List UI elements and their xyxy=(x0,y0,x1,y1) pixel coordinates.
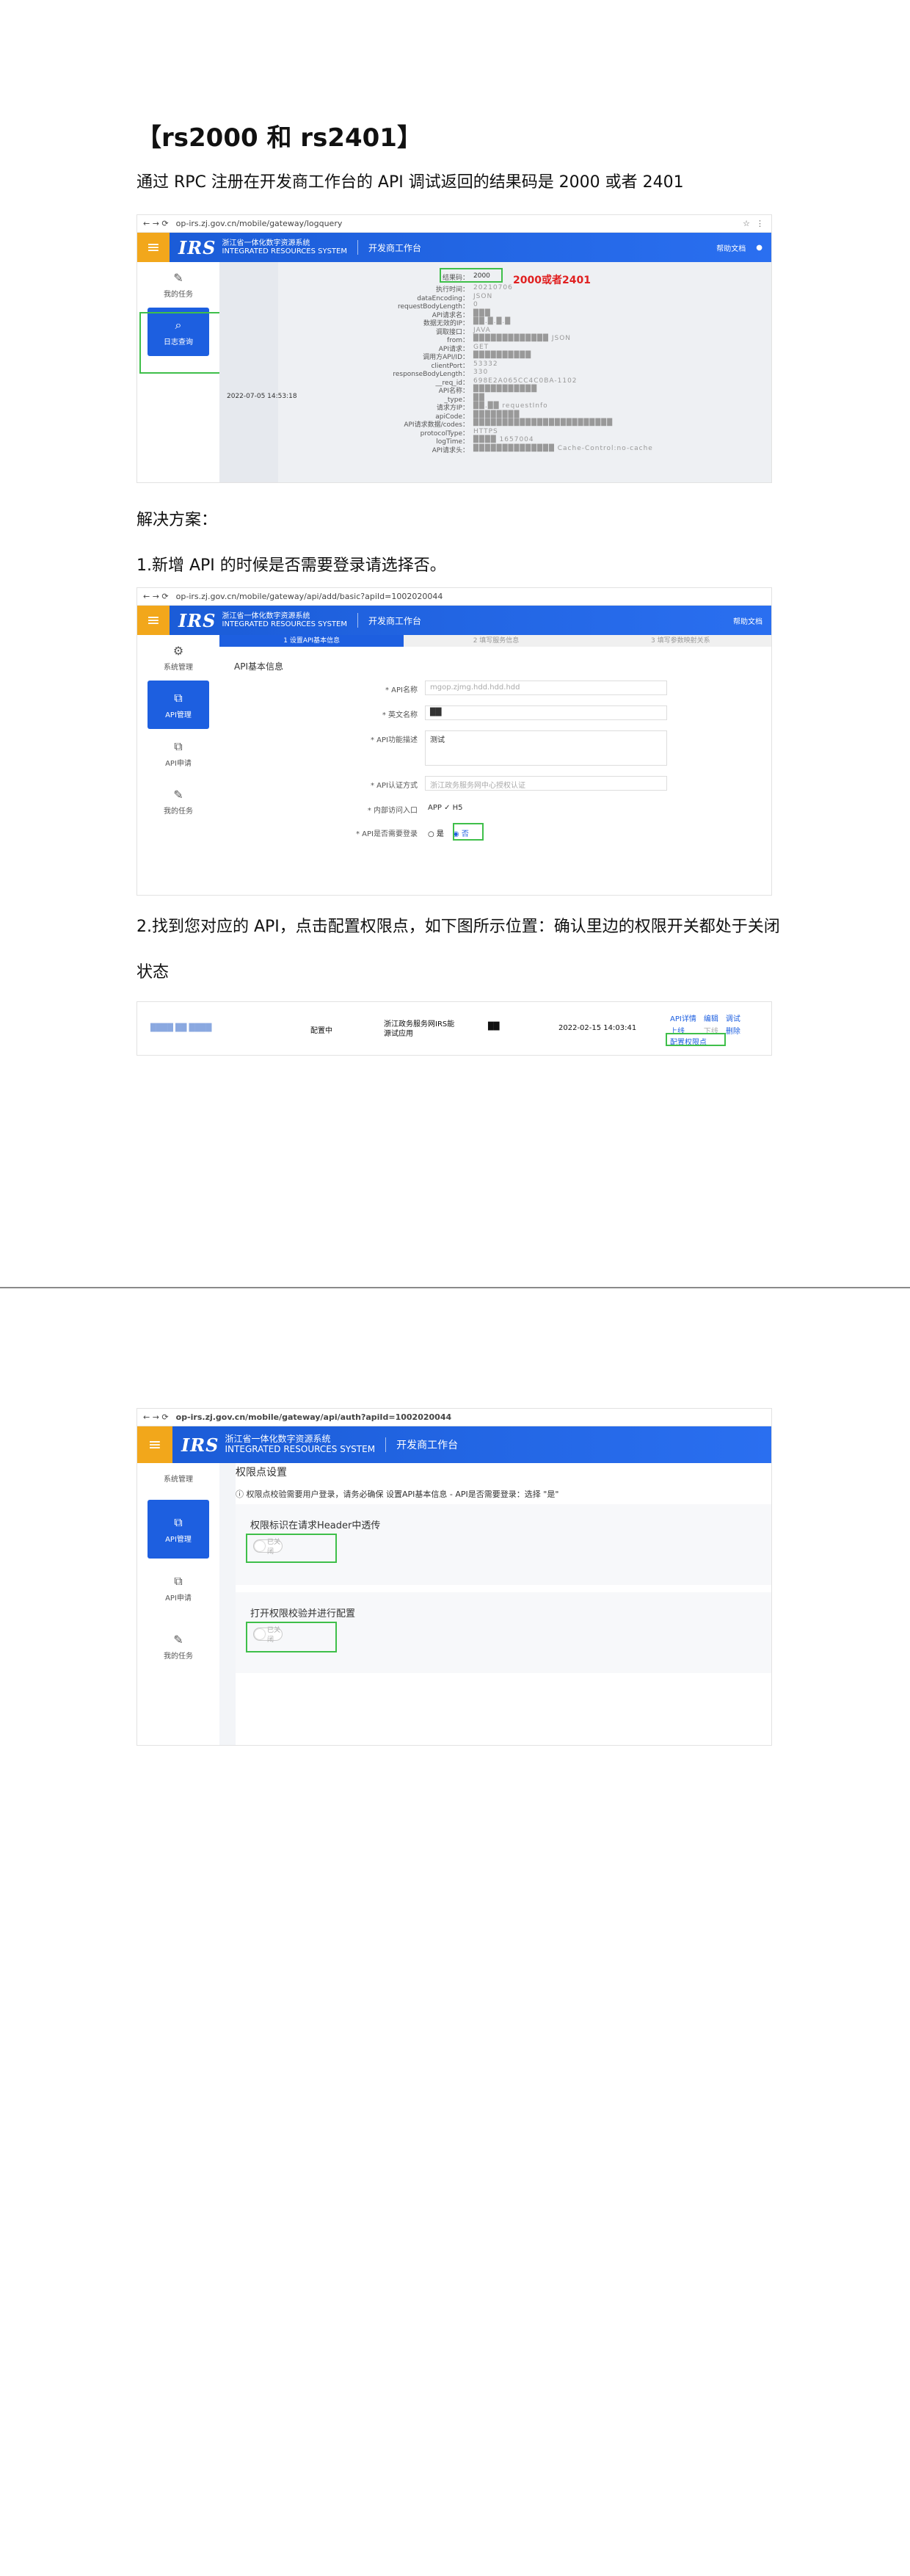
nav-icons[interactable]: ← → ⟳ xyxy=(143,1412,169,1422)
result-code-highlight xyxy=(440,268,503,283)
debug-link[interactable]: 调试 xyxy=(726,1012,740,1023)
logo-text: 浙江省一体化数字资源系统 INTEGRATED RESOURCES SYSTEM xyxy=(222,612,347,629)
log-time: 2022-07-05 14:53:18 xyxy=(227,393,297,400)
nav-icons[interactable]: ← → ⟳ xyxy=(143,219,169,228)
toggle-highlight-1 xyxy=(246,1534,337,1563)
sidebar-item-system[interactable]: ⚙ 系统管理 xyxy=(137,635,219,681)
label-desc: * API功能描述 xyxy=(371,736,418,744)
section-title: API基本信息 xyxy=(234,661,283,672)
help-link[interactable]: 帮助文档 xyxy=(716,242,746,253)
irs-logo: IRS xyxy=(178,609,216,631)
menu-icon[interactable]: ≡ xyxy=(137,606,170,635)
gear-icon: ⚙ xyxy=(172,644,184,658)
nav-icons[interactable]: ← → ⟳ xyxy=(143,592,169,601)
pen-icon: ✎ xyxy=(173,1633,183,1647)
highlight-box xyxy=(139,312,226,374)
page-title: 权限点设置 xyxy=(236,1467,287,1479)
intro-text: 通过 RPC 注册在开发商工作台的 API 调试返回的结果码是 2000 或者 … xyxy=(136,173,684,192)
radio-yes[interactable]: ○ 是 xyxy=(428,827,444,838)
screenshot-log-query: ← → ⟳ op-irs.zj.gov.cn/mobile/gateway/lo… xyxy=(136,214,772,483)
step-2-text: 2.找到您对应的 API，点击配置权限点，如下图所示位置：确认里边的权限开关都处… xyxy=(136,918,780,936)
browser-bar: ← → ⟳ op-irs.zj.gov.cn/mobile/gateway/ap… xyxy=(137,1409,771,1426)
screenshot-api-row: ████ ██ ████ 配置中 浙江政务服务网IRS能源试应用 ██ 2022… xyxy=(136,1001,772,1056)
create-time: 2022-02-15 14:03:41 xyxy=(558,1024,637,1032)
status-badge: 配置中 xyxy=(310,1027,332,1035)
app-header: ≡ IRS 浙江省一体化数字资源系统 INTEGRATED RESOURCES S… xyxy=(137,1426,771,1463)
irs-logo: IRS xyxy=(178,236,216,258)
config-highlight xyxy=(666,1033,726,1046)
label-api-name: * API名称 xyxy=(385,686,418,694)
logo-text: 浙江省一体化数字资源系统 INTEGRATED RESOURCES SYSTEM xyxy=(225,1434,376,1454)
browser-bar: ← → ⟳ op-irs.zj.gov.cn/mobile/gateway/ap… xyxy=(137,588,771,606)
step-1: 1 设置API基本信息 xyxy=(219,635,404,647)
browser-bar: ← → ⟳ op-irs.zj.gov.cn/mobile/gateway/lo… xyxy=(137,215,771,233)
api-name-input[interactable]: mgop.zjmg.hdd.hdd.hdd xyxy=(425,681,667,695)
entry-checkboxes[interactable]: APP ✓ H5 xyxy=(428,804,463,812)
login-highlight xyxy=(453,823,484,841)
menu-icon[interactable]: ≡ xyxy=(137,233,170,262)
en-name-input[interactable]: ██ xyxy=(425,705,667,720)
copy-icon: ⧉ xyxy=(174,739,183,753)
avatar[interactable]: ● xyxy=(756,244,762,252)
step-2-text-cont: 状态 xyxy=(136,963,170,982)
section-header-passthrough: 权限标识在请求Header中透传 xyxy=(250,1520,381,1531)
browser-tools[interactable]: ☆ ⋮ xyxy=(743,219,771,228)
step-1-text: 1.新增 API 的时候是否需要登录请选择否。 xyxy=(136,556,446,575)
sidebar-item-tasks[interactable]: ✎ 我的任务 xyxy=(137,262,219,308)
doc-title: 【rs2000 和 rs2401】 xyxy=(136,123,422,153)
sidebar-item-api-apply[interactable]: ⧉ API申请 xyxy=(137,1559,219,1617)
toggle-highlight-2 xyxy=(246,1622,337,1652)
edit-link[interactable]: 编辑 xyxy=(704,1012,718,1023)
label-entry: * 内部访问入口 xyxy=(367,807,418,815)
sidebar: 系统管理 ⧉ API管理 ⧉ API申请 ✎ 我的任务 xyxy=(137,1463,219,1745)
app-name: 开发商工作台 xyxy=(396,1440,459,1451)
screenshot-add-api: ← → ⟳ op-irs.zj.gov.cn/mobile/gateway/ap… xyxy=(136,587,772,896)
sidebar-item-api-apply[interactable]: ⧉ API申请 xyxy=(137,729,219,777)
pen-icon: ✎ xyxy=(173,271,183,285)
logo-text: 浙江省一体化数字资源系统 INTEGRATED RESOURCES SYSTEM xyxy=(222,239,347,256)
auth-select[interactable]: 浙江政务服务网中心授权认证 xyxy=(425,776,667,791)
sidebar-item-tasks[interactable]: ✎ 我的任务 xyxy=(137,1617,219,1676)
page-divider xyxy=(0,1287,910,1288)
label-en-name: * 英文名称 xyxy=(382,711,418,719)
app-name: 开发商工作台 xyxy=(368,242,421,253)
url-bar[interactable]: op-irs.zj.gov.cn/mobile/gateway/api/auth… xyxy=(176,1412,451,1422)
app-header: ≡ IRS 浙江省一体化数字资源系统 INTEGRATED RESOURCES S… xyxy=(137,606,771,635)
label-auth: * API认证方式 xyxy=(371,782,418,790)
solution-heading: 解决方案： xyxy=(136,511,218,529)
api-icon: ⧉ xyxy=(174,690,183,705)
app-name: 开发商工作台 xyxy=(368,615,421,626)
section-header-auth-check: 打开权限校验并进行配置 xyxy=(250,1608,356,1619)
app-header: ≡ IRS 浙江省一体化数字资源系统 INTEGRATED RESOURCES S… xyxy=(137,233,771,262)
irs-logo: IRS xyxy=(181,1434,219,1456)
api-name[interactable]: ████ ██ ████ xyxy=(150,1024,211,1032)
notice-text: ⓘ 权限点校验需要用户登录，请务必确保 设置API基本信息 - API是否需要登… xyxy=(236,1490,559,1499)
sidebar-item-tasks[interactable]: ✎ 我的任务 xyxy=(137,777,219,826)
sidebar: ⚙ 系统管理 ⧉ API管理 ⧉ API申请 ✎ 我的任务 xyxy=(137,635,219,895)
org-name: 浙江政务服务网IRS能源试应用 xyxy=(384,1020,455,1038)
copy-icon: ⧉ xyxy=(174,1573,183,1588)
menu-icon[interactable]: ≡ xyxy=(137,1426,172,1463)
screenshot-permission: ← → ⟳ op-irs.zj.gov.cn/mobile/gateway/ap… xyxy=(136,1408,772,1746)
step-3: 3 填写参数映射关系 xyxy=(588,635,771,647)
step-2: 2 填写服务信息 xyxy=(404,635,589,647)
url-bar[interactable]: op-irs.zj.gov.cn/mobile/gateway/logquery xyxy=(176,219,343,228)
api-icon: ⧉ xyxy=(174,1514,183,1529)
sidebar-item-api[interactable]: ⧉ API管理 xyxy=(148,681,209,729)
pen-icon: ✎ xyxy=(173,788,183,802)
desc-input[interactable]: 测试 xyxy=(425,730,667,766)
label-login: * API是否需要登录 xyxy=(356,830,418,838)
annotation-text: 2000或者2401 xyxy=(513,275,591,286)
sidebar-item-system[interactable]: 系统管理 xyxy=(137,1463,219,1492)
log-field-row: API请求头： ██████████████ Cache-Control:no-c… xyxy=(432,444,653,454)
avatar: ██ xyxy=(488,1023,500,1031)
url-bar[interactable]: op-irs.zj.gov.cn/mobile/gateway/api/add/… xyxy=(176,592,443,601)
help-link[interactable]: 帮助文档 xyxy=(733,615,762,626)
delete-link[interactable]: 删除 xyxy=(726,1025,740,1036)
api-detail-link[interactable]: API详情 xyxy=(670,1012,696,1023)
sidebar-item-api[interactable]: ⧉ API管理 xyxy=(148,1500,209,1559)
